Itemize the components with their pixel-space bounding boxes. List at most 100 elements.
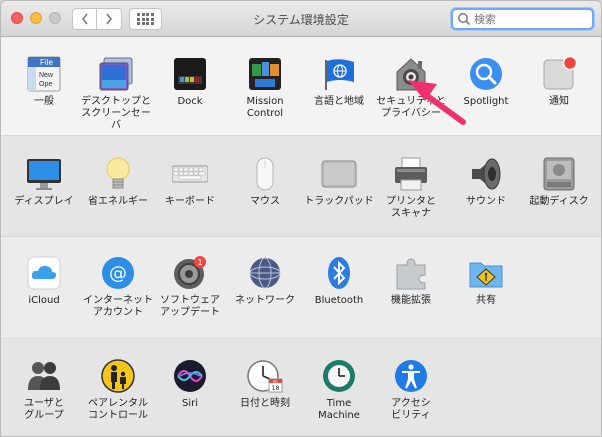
search-input[interactable] [474,12,584,26]
desktop-icon [98,56,134,92]
notifications-icon [541,55,578,92]
display-icon [26,156,62,192]
pane-users-groups[interactable]: ユーザと グループ [7,358,81,422]
pane-label: Time [326,398,352,409]
sharing-folder-icon [468,255,504,291]
pane-internet-accounts[interactable]: @ インターネット アカウント [81,255,155,319]
pane-label: Mission [246,96,284,107]
pane-label: iCloud [28,295,60,306]
time-machine-icon [321,358,357,394]
pane-date-time[interactable]: JUL 18 日付と時刻 [228,358,302,410]
pane-label: サウンド [466,196,506,207]
pane-displays[interactable]: ディスプレイ [7,156,81,208]
pane-energy-saver[interactable]: 省エネルギー [81,156,155,208]
printer-icon [393,156,429,192]
pane-mission-control[interactable]: Mission Control [228,56,302,120]
pane-label: アクセシ [391,398,431,409]
pane-label: 言語と地域 [314,96,364,107]
pane-bluetooth[interactable]: Bluetooth [302,255,376,307]
mission-control-icon [247,56,283,92]
pane-label: キーボード [165,196,215,207]
mouse-icon [247,156,283,192]
siri-icon [172,358,208,394]
pane-label: Dock [177,96,203,107]
preferences-row-1: File New Ope 一般 デスクトップと スクリーンセーバ Dock Mi… [1,38,601,136]
pane-label: 省エネルギー [88,196,148,207]
search-field[interactable] [451,8,594,30]
svg-text:18: 18 [272,385,280,392]
disk-icon [541,156,577,192]
pane-printers-scanners[interactable]: プリンタと スキャナ [374,156,448,220]
pane-sharing[interactable]: 共有 [449,255,523,307]
pane-notifications[interactable]: 通知 [522,55,596,108]
svg-text:@: @ [109,263,127,284]
pane-label: ネットワーク [235,295,295,306]
preferences-row-3: iCloud @ インターネット アカウント 1 ソフトウェア アップデート ネ… [1,237,601,339]
pane-label: Spotlight [463,96,509,107]
pane-general[interactable]: File New Ope 一般 [7,56,81,108]
pane-label: ビリティ [391,410,431,421]
pane-network[interactable]: ネットワーク [228,255,302,307]
pane-label: スキャナ [391,208,431,219]
pane-label: スクリーンセーバ [81,108,151,131]
pane-trackpad[interactable]: トラックパッド [302,156,376,208]
keyboard-icon [171,156,209,192]
pane-extensions[interactable]: 機能拡張 [374,255,448,307]
svg-text:File: File [40,58,53,67]
pane-label: 日付と時刻 [240,398,290,409]
clock-icon: JUL 18 [247,358,283,394]
svg-text:Ope: Ope [39,81,52,88]
pane-label: 通知 [549,96,569,107]
svg-text:1: 1 [197,258,202,267]
trackpad-icon [321,156,357,192]
parental-controls-icon [100,358,136,394]
pane-icloud[interactable]: iCloud [7,255,81,307]
internet-accounts-icon: @ [100,255,136,291]
pane-label: セキュリティと [376,96,446,107]
pane-label: ソフトウェア [160,295,220,306]
accessibility-icon [393,358,429,394]
pane-security-privacy[interactable]: セキュリティと プライバシー [374,56,448,120]
pane-sound[interactable]: サウンド [449,156,523,208]
pane-language-region[interactable]: 言語と地域 [302,56,376,108]
users-icon [26,358,62,394]
pane-accessibility[interactable]: アクセシ ビリティ [374,358,448,422]
pane-mouse[interactable]: マウス [228,156,302,208]
pane-label: Bluetooth [314,295,364,306]
pane-label: デスクトップと [81,96,151,107]
pane-label: プリンタと [386,196,436,207]
pane-desktop-screensaver[interactable]: デスクトップと スクリーンセーバ [79,56,153,132]
pane-keyboard[interactable]: キーボード [153,156,227,208]
search-icon [458,13,471,26]
extensions-icon [393,255,429,291]
title-bar: システム環境設定 [1,1,601,37]
pane-label: ユーザと [24,398,64,409]
pane-software-update[interactable]: 1 ソフトウェア アップデート [153,255,227,319]
pane-label: Siri [181,398,198,409]
pane-time-machine[interactable]: Time Machine [302,358,376,422]
system-preferences-window: システム環境設定 File New Ope 一般 [0,0,602,437]
pane-label: アカウント [93,307,143,318]
pane-label: Control [246,108,284,119]
language-flag-icon [321,56,357,92]
pane-label: プライバシー [381,108,441,119]
preferences-row-2: ディスプレイ 省エネルギー キーボード マウス トラックパッド プリンタと スキ… [1,136,601,237]
pane-siri[interactable]: Siri [153,358,227,410]
software-update-icon: 1 [172,255,208,291]
svg-text:JUL: JUL [272,380,279,384]
pane-dock[interactable]: Dock [153,56,227,108]
spotlight-icon [468,56,504,92]
pane-label: トラックパッド [304,196,374,207]
pane-label: 機能拡張 [391,295,431,306]
pane-label: インターネット [83,295,153,306]
general-icon: File New Ope [26,56,62,92]
svg-text:New: New [39,72,54,79]
pane-spotlight[interactable]: Spotlight [449,56,523,108]
icloud-icon [26,255,62,291]
pane-label: グループ [24,410,64,421]
pane-startup-disk[interactable]: 起動ディスク [522,156,596,208]
bluetooth-icon [321,255,357,291]
lightbulb-icon [100,156,136,192]
pane-label: ペアレンタル [88,398,148,409]
pane-parental-controls[interactable]: ペアレンタル コントロール [81,358,155,422]
